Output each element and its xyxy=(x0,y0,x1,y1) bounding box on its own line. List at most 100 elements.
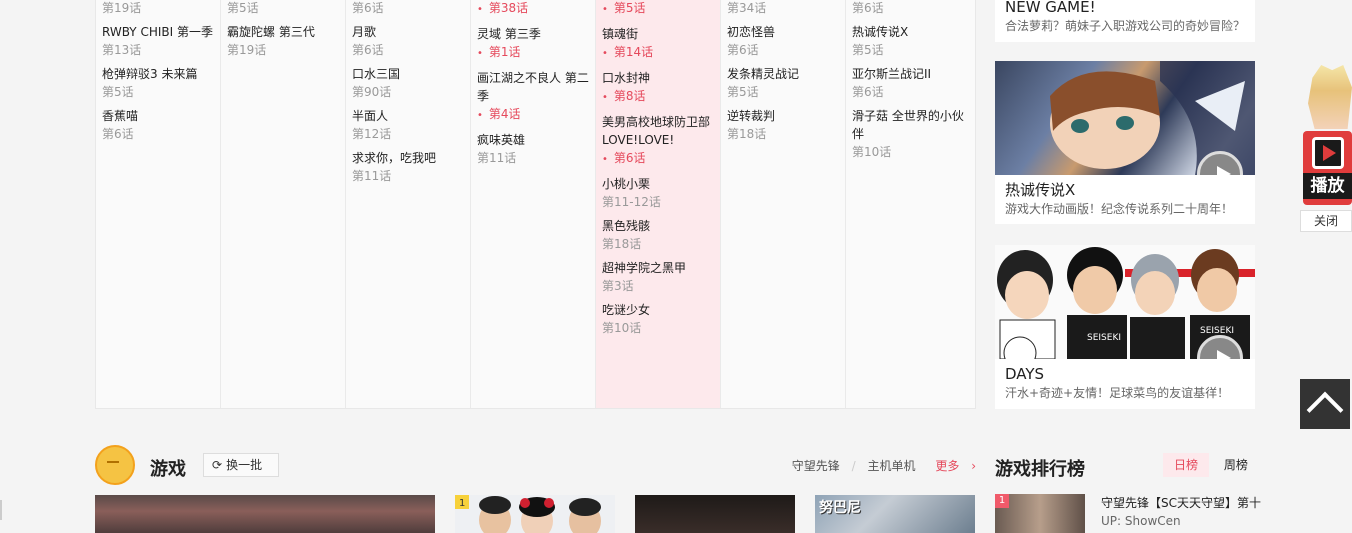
anime-title[interactable]: 小桃小栗 xyxy=(602,175,714,193)
anime-title[interactable]: 镇魂街 xyxy=(602,25,714,43)
anime-title[interactable]: 疯味英雄 xyxy=(477,131,589,149)
anime-title[interactable]: 热诚传说X xyxy=(852,23,965,41)
rank-badge: 1 xyxy=(995,494,1009,508)
schedule-item[interactable]: 小桃小栗第11-12话 xyxy=(602,175,714,211)
episode-label: 第6话 xyxy=(352,1,384,15)
anime-title[interactable]: 香蕉喵 xyxy=(102,107,214,125)
link-overwatch[interactable]: 守望先锋 xyxy=(792,459,840,473)
anime-title[interactable]: 求求你，吃我吧 xyxy=(352,149,464,167)
game-video-thumbnail[interactable]: 1 xyxy=(455,495,615,533)
schedule-item[interactable]: 求求你，吃我吧第11话 xyxy=(352,149,464,185)
episode-label: 第6话 xyxy=(852,1,884,15)
tab-daily[interactable]: 日榜 xyxy=(1163,453,1209,477)
schedule-item[interactable]: 灵域 第三季第1话 xyxy=(477,25,589,63)
schedule-item[interactable]: 热诚传说X 第5话 xyxy=(852,23,965,59)
schedule-item[interactable]: 美男高校地球防卫部LOVE!LOVE!第6话 xyxy=(602,113,714,169)
tab-weekly[interactable]: 周榜 xyxy=(1213,453,1259,477)
schedule-item[interactable]: RWBY CHIBI 第一季 第13话 xyxy=(102,23,214,59)
rank-item[interactable]: 1 守望先锋【SC天天守望】第十 UP: ShowCen xyxy=(995,494,1261,533)
game-category-icon xyxy=(95,445,135,485)
schedule-item[interactable]: New Game第6话 xyxy=(352,0,464,17)
schedule-item[interactable]: 发条精灵战记第5话 xyxy=(727,65,839,101)
schedule-column: DAYS第6话热诚传说X 第5话亚尔斯兰战记II 第6话滑子菇 全世界的小伙伴第10… xyxy=(846,0,971,408)
link-console[interactable]: 主机单机 xyxy=(868,459,916,473)
schedule-item[interactable]: 超神学院之黑甲第3话 xyxy=(602,259,714,295)
episode-label: 第10话 xyxy=(852,145,892,159)
section-title: 游戏 xyxy=(150,459,186,480)
game-video-thumbnail[interactable] xyxy=(635,495,795,533)
anime-title[interactable]: 发条精灵战记 xyxy=(727,65,839,83)
anime-title[interactable]: 口水三国 xyxy=(352,65,464,83)
game-video-thumbnail[interactable]: 努巴尼 xyxy=(815,495,975,533)
schedule-item[interactable]: 画江湖之不良人 第二季第4话 xyxy=(477,69,589,125)
schedule-item[interactable]: 半面人 第12话 xyxy=(352,107,464,143)
ad-play-button[interactable]: 播放 xyxy=(1303,131,1352,205)
schedule-item[interactable]: 枪弹辩驳3 未来篇第5话 xyxy=(102,65,214,101)
episode-label: 第3话 xyxy=(602,279,634,293)
schedule-item[interactable]: 黑色残骸 第18话 xyxy=(602,217,714,253)
game-video-thumbnail[interactable] xyxy=(95,495,435,533)
schedule-item[interactable]: 路人超能100第5话 xyxy=(227,0,339,17)
card-new-game[interactable]: NEW GAME! 合法萝莉？萌妹子入职游戏公司的奇妙冒险？ xyxy=(995,0,1255,42)
schedule-item[interactable]: 逆转裁判 第18话 xyxy=(727,107,839,143)
card-title: 热诚传说X xyxy=(1005,181,1076,199)
schedule-item[interactable]: 镇魂街第14话 xyxy=(602,25,714,63)
anime-title[interactable]: 灵域 第三季 xyxy=(477,25,589,43)
card-tales[interactable]: 热诚传说X 游戏大作动画版！纪念传说系列二十周年！ xyxy=(995,61,1255,224)
anime-title[interactable]: 口水封神 xyxy=(602,69,714,87)
back-to-top-button[interactable] xyxy=(1300,379,1350,429)
anime-title[interactable]: 逆转裁判 xyxy=(727,107,839,125)
schedule-item[interactable]: 秦时明月之君临天下第38话 xyxy=(477,0,589,19)
schedule-item[interactable]: 香蕉喵 第6话 xyxy=(102,107,214,143)
episode-label: 第5话 xyxy=(727,85,759,99)
card-desc: 汗水+奇迹+友情！足球菜鸟的友谊基徉！ xyxy=(1005,386,1230,400)
anime-title[interactable]: 美男高校地球防卫部LOVE!LOVE! xyxy=(602,113,714,149)
rank-item-title[interactable]: 守望先锋【SC天天守望】第十 xyxy=(1101,494,1261,511)
page: 超时空要塞Δ第19话RWBY CHIBI 第一季第13话枪弹辩驳3 未来篇第5话… xyxy=(0,0,1352,533)
schedule-item[interactable]: 霸旋陀螺 第三代 第19话 xyxy=(227,23,339,59)
episode-label: 第5话 xyxy=(102,85,134,99)
chevron-right-icon: › xyxy=(971,459,976,473)
anime-title[interactable]: 半面人 xyxy=(352,107,464,125)
anime-title[interactable]: 吃谜少女 xyxy=(602,301,714,319)
more-label: 更多 xyxy=(935,459,960,473)
schedule-item[interactable]: 滑子菇 全世界的小伙伴第10话 xyxy=(852,107,965,161)
schedule-item[interactable]: 口水封神第8话 xyxy=(602,69,714,107)
episode-label: 第11-12话 xyxy=(602,195,661,209)
card-days[interactable]: SEISEKI SEISEKI DAYS 汗水+奇迹+友情！足球菜鸟的友谊基徉！ xyxy=(995,245,1255,409)
schedule-item[interactable]: 吃谜少女 第10话 xyxy=(602,301,714,337)
card-thumbnail[interactable] xyxy=(995,61,1255,175)
anime-title[interactable]: 月歌 xyxy=(352,23,464,41)
card-thumbnail[interactable]: SEISEKI SEISEKI xyxy=(995,245,1255,359)
anime-title[interactable]: RWBY CHIBI 第一季 xyxy=(102,23,214,41)
anime-title[interactable]: 亚尔斯兰战记II xyxy=(852,65,965,83)
card-title: NEW GAME! xyxy=(1005,0,1096,16)
schedule-item[interactable]: 超时空要塞Δ第19话 xyxy=(102,0,214,17)
anime-title[interactable]: 初恋怪兽 xyxy=(727,23,839,41)
ad-close-button[interactable]: 关闭 xyxy=(1300,210,1352,232)
schedule-item[interactable]: 初恋怪兽 第6话 xyxy=(727,23,839,59)
schedule-item[interactable]: 口水三国 第90话 xyxy=(352,65,464,101)
anime-title[interactable]: 画江湖之不良人 第二季 xyxy=(477,69,589,105)
schedule-column: 怪物弹珠第34话初恋怪兽第6话发条精灵战记第5话逆转裁判第18话 xyxy=(721,0,846,408)
schedule-item[interactable]: DAYS第6话 xyxy=(852,0,965,17)
schedule-item[interactable]: 怪物弹珠第34话 xyxy=(727,0,839,17)
mascot-image xyxy=(1308,65,1352,129)
episode-label: 第11话 xyxy=(477,151,517,165)
schedule-item[interactable]: 月歌 第6话 xyxy=(352,23,464,59)
video-art: 1 xyxy=(455,495,615,533)
episode-label: 第6话 xyxy=(602,149,714,169)
episode-label: 第5话 xyxy=(602,0,714,19)
refresh-button[interactable]: ⟳ 换一批 xyxy=(203,453,279,477)
anime-title[interactable]: 黑色残骸 xyxy=(602,217,714,235)
schedule-item[interactable]: 亚尔斯兰战记II 第6话 xyxy=(852,65,965,101)
anime-title[interactable]: 枪弹辩驳3 未来篇 xyxy=(102,65,214,83)
episode-label: 第11话 xyxy=(352,169,392,183)
anime-title[interactable]: 滑子菇 全世界的小伙伴 xyxy=(852,107,965,143)
anime-title[interactable]: 霸旋陀螺 第三代 xyxy=(227,23,339,41)
floating-ad[interactable]: 播放 关闭 xyxy=(1300,65,1352,232)
schedule-item[interactable]: 这个美术社大有问题第5话 xyxy=(602,0,714,19)
more-link[interactable]: 更多 › xyxy=(927,459,976,473)
anime-title[interactable]: 超神学院之黑甲 xyxy=(602,259,714,277)
schedule-item[interactable]: 疯味英雄第11话 xyxy=(477,131,589,167)
